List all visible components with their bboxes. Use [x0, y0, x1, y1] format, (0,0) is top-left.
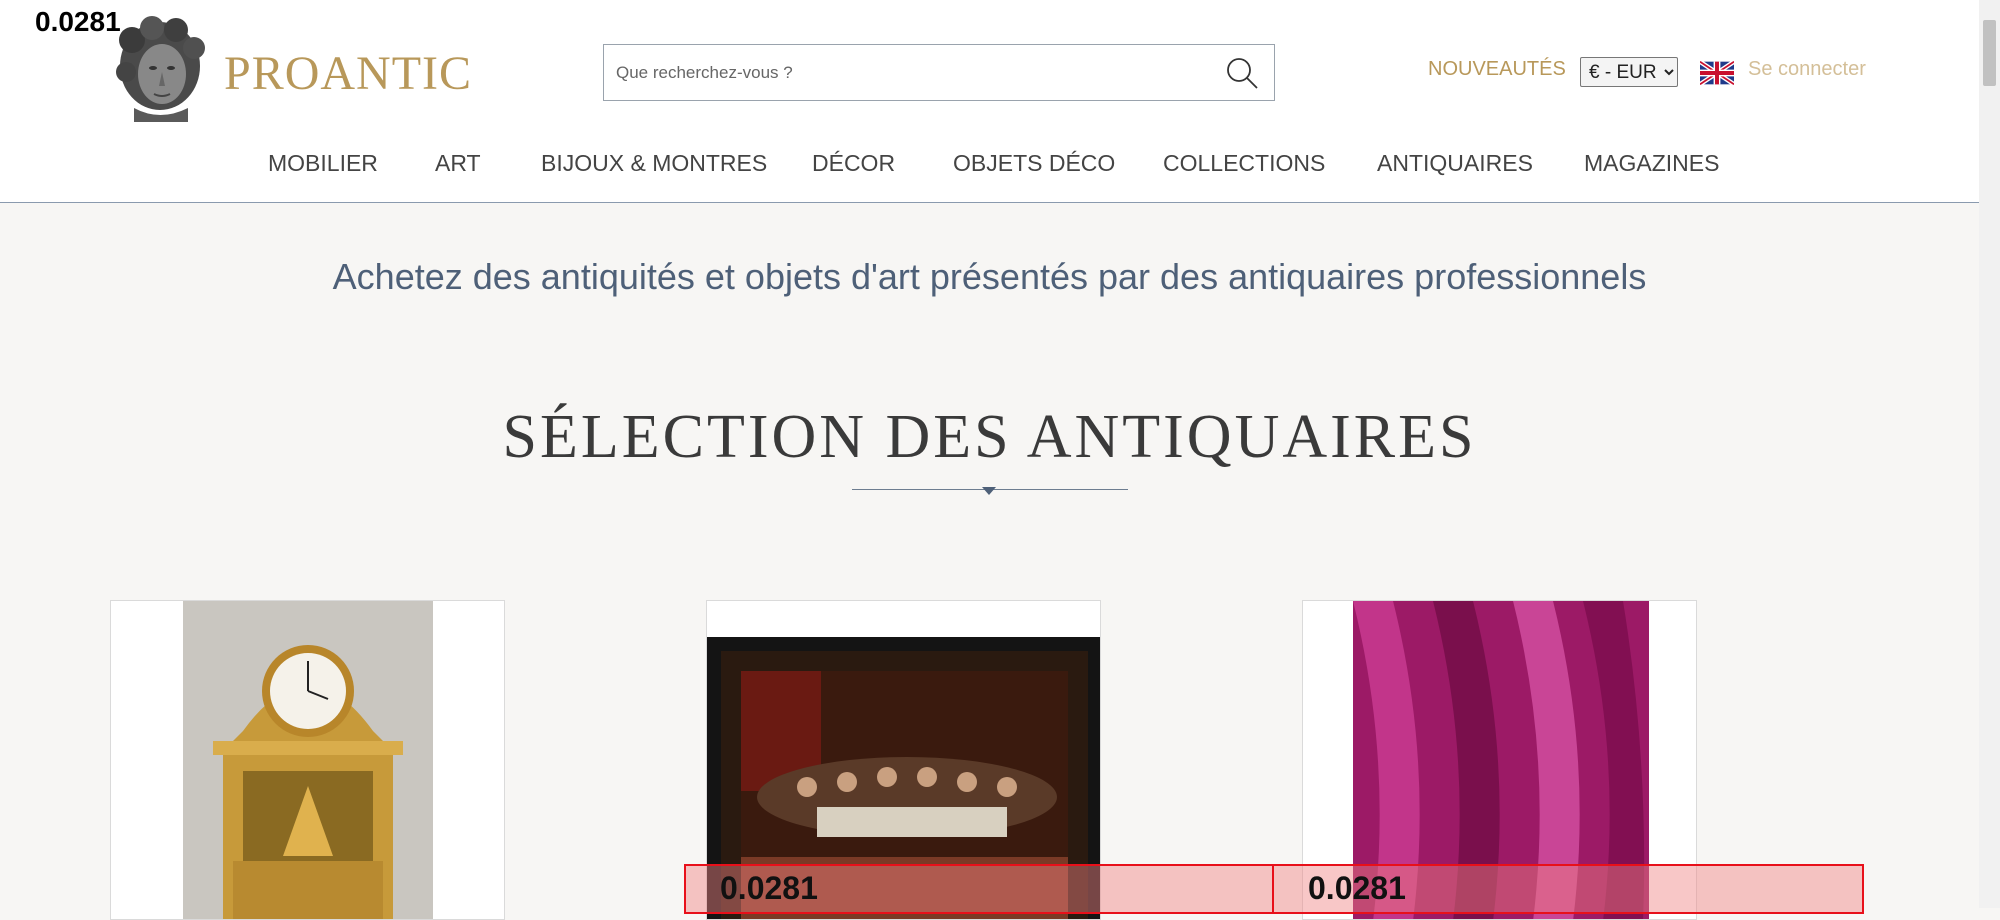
- clock-image[interactable]: [183, 601, 433, 920]
- currency-select[interactable]: € - EUR: [1580, 57, 1678, 87]
- nav-item-bijoux-montres[interactable]: BIJOUX & MONTRES: [541, 150, 767, 177]
- nav-item-decor[interactable]: DÉCOR: [812, 150, 895, 177]
- main-nav: MOBILIER ART BIJOUX & MONTRES DÉCOR OBJE…: [0, 150, 1979, 180]
- login-link[interactable]: Se connecter: [1748, 58, 1866, 81]
- brand-name[interactable]: PROANTIC: [224, 46, 472, 101]
- uk-flag-icon[interactable]: [1700, 61, 1734, 85]
- overlay-label-2: 0.0281: [1308, 870, 1406, 906]
- debug-score-label: 0.0281: [35, 6, 121, 37]
- overlay-label-1: 0.0281: [720, 870, 818, 906]
- product-card-clock[interactable]: [110, 600, 505, 920]
- nav-item-antiquaires[interactable]: ANTIQUAIRES: [1377, 150, 1533, 177]
- search-icon[interactable]: [1224, 55, 1260, 91]
- divider-marker: [982, 487, 996, 495]
- overlay-box-2: 0.0281: [1272, 864, 1864, 914]
- nav-item-collections[interactable]: COLLECTIONS: [1163, 150, 1325, 177]
- search-box: [603, 44, 1275, 101]
- page-scrollbar[interactable]: [1979, 0, 2000, 908]
- nouveautes-link[interactable]: NOUVEAUTÉS: [1428, 58, 1566, 81]
- overlay-box-1: 0.0281: [684, 864, 1274, 914]
- site-header: 0.0281 PROANTIC NOUVEAUTÉS € - EUR Se co…: [0, 0, 1979, 203]
- nav-item-art[interactable]: ART: [435, 150, 481, 177]
- nav-item-objets-deco[interactable]: OBJETS DÉCO: [953, 150, 1115, 177]
- section-title: SÉLECTION DES ANTIQUAIRES: [502, 403, 1477, 471]
- page-tagline: Achetez des antiquités et objets d'art p…: [332, 256, 1647, 297]
- search-input[interactable]: [614, 57, 1198, 89]
- nav-item-magazines[interactable]: MAGAZINES: [1584, 150, 1719, 177]
- scrollbar-thumb[interactable]: [1983, 20, 1996, 86]
- nav-item-mobilier[interactable]: MOBILIER: [268, 150, 378, 177]
- logo-bust-icon[interactable]: [112, 16, 208, 122]
